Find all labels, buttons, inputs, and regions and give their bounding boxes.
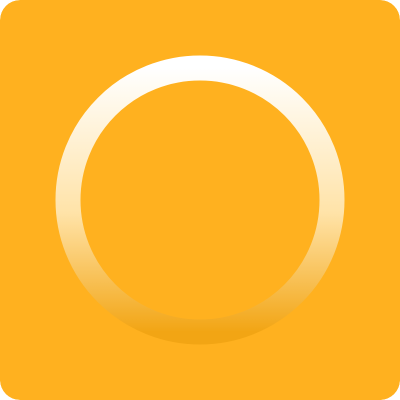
app-icon-tile	[0, 0, 400, 400]
ring-stroke	[55, 55, 345, 345]
ring-icon	[55, 55, 345, 345]
